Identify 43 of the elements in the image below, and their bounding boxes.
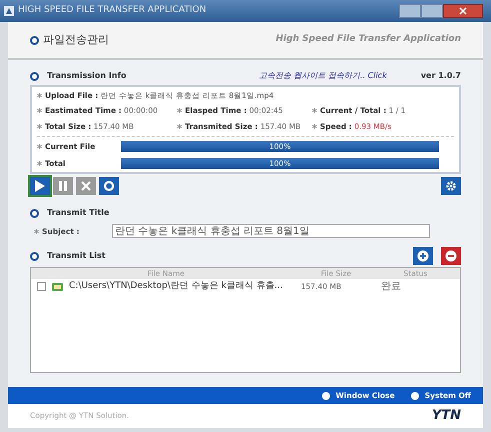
subject-field[interactable]: 란던 수놓은 k클래식 휴충섭 리포트 8월1일 <box>112 224 430 238</box>
section-title: Transmit Title <box>47 207 110 220</box>
asterisk-icon <box>37 124 42 129</box>
asterisk-icon <box>37 108 42 114</box>
version-label: ver 1.0.7 <box>420 70 461 82</box>
page-title: 파일전송관리 <box>43 32 109 48</box>
brand-logo: YTN <box>432 407 461 426</box>
asterisk-icon <box>312 124 317 129</box>
close-button[interactable] <box>443 4 483 18</box>
settings-button[interactable] <box>441 177 461 196</box>
remove-button[interactable] <box>441 247 461 266</box>
settings-icon <box>445 180 457 192</box>
bullet-icon <box>30 72 39 80</box>
play-icon <box>35 180 45 192</box>
refresh-icon <box>103 180 115 192</box>
section-title: Transmission Info <box>47 70 126 82</box>
asterisk-icon <box>37 93 42 98</box>
close-icon <box>81 181 91 192</box>
file-icon <box>52 282 63 292</box>
page-subtitle: High Speed File Transfer Application <box>276 33 461 46</box>
bullet-icon <box>30 36 39 45</box>
asterisk-icon <box>37 144 42 149</box>
refresh-button[interactable] <box>99 177 119 196</box>
play-button[interactable] <box>30 177 50 196</box>
file-status: 완료 <box>380 280 402 294</box>
section-title: Transmit List <box>47 250 106 262</box>
asterisk-icon <box>312 108 317 114</box>
window-title: HIGH SPEED FILE TRANSFER APPLICATION <box>18 4 206 18</box>
row-checkbox[interactable] <box>37 282 46 292</box>
plus-icon <box>417 250 429 262</box>
asterisk-icon <box>37 161 42 166</box>
asterisk-icon <box>34 228 39 234</box>
add-button[interactable] <box>413 247 433 266</box>
close-icon <box>459 7 467 15</box>
bullet-icon <box>30 252 39 261</box>
website-link[interactable]: 고속전송 웹사이트 접속하기.. Click <box>259 70 387 82</box>
minus-icon <box>445 250 457 262</box>
asterisk-icon <box>177 108 182 114</box>
app-icon <box>4 6 14 16</box>
asterisk-icon <box>177 124 182 129</box>
pause-icon <box>59 181 67 192</box>
file-path: C:\Users\YTN\Desktop\란던 수놓은 k클래식 휴출... <box>69 280 283 293</box>
bullet-icon <box>30 208 39 218</box>
